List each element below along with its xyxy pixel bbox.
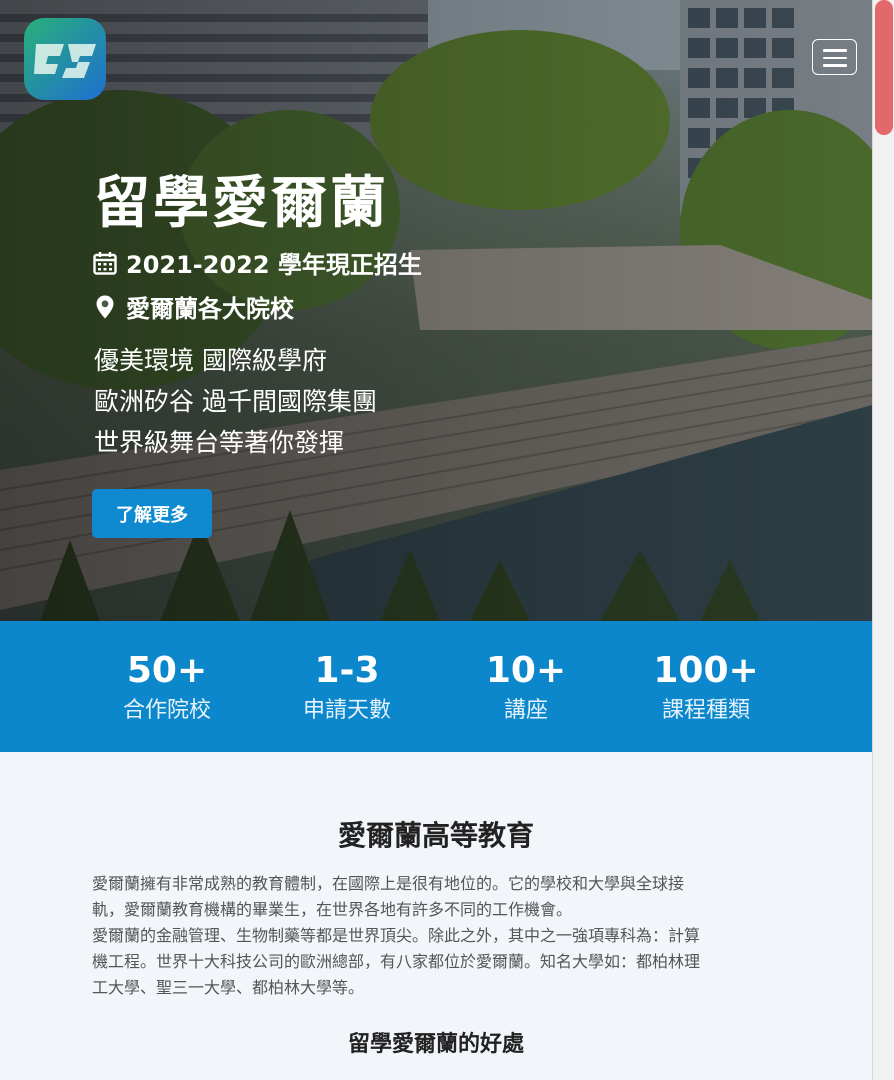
page: 留學愛爾蘭 2021-2022 學年現正招生 愛爾蘭各大院校 優美環境 國際級學… — [0, 0, 872, 1080]
hero-tagline: 優美環境 國際級學府 歐洲矽谷 過千間國際集團 世界級舞台等著你發揮 — [94, 340, 377, 463]
section-title: 愛爾蘭高等教育 — [337, 819, 534, 852]
stat-value: 10+ — [485, 650, 567, 691]
tagline-line: 優美環境 國際級學府 — [94, 346, 327, 375]
hero-title: 留學愛爾蘭 — [94, 171, 389, 236]
tagline-line: 歐洲矽谷 過千間國際集團 — [94, 387, 377, 416]
stats-bar: 50+ 合作院校 1-3 申請天數 10+ 講座 100+ 課程種類 — [0, 621, 872, 752]
tagline-line: 世界級舞台等著你發揮 — [94, 428, 345, 457]
hero-banner: 留學愛爾蘭 2021-2022 學年現正招生 愛爾蘭各大院校 優美環境 國際級學… — [0, 0, 872, 621]
brand-logo-icon[interactable] — [22, 16, 108, 102]
stat-value: 1-3 — [314, 650, 380, 691]
stat-label: 申請天數 — [302, 698, 391, 723]
paragraph-1: 愛爾蘭擁有非常成熟的教育體制，在國際上是很有地位的。它的學校和大學與全球接 軌，… — [92, 871, 792, 923]
stat-application-days: 1-3 申請天數 — [257, 649, 437, 727]
section-subtitle: 留學愛爾蘭的好處 — [347, 1032, 524, 1057]
stat-partner-schools: 50+ 合作院校 — [77, 649, 257, 727]
stat-course-types: 100+ 課程種類 — [616, 649, 796, 727]
location-text: 愛爾蘭各大院校 — [126, 295, 294, 323]
stat-label: 講座 — [503, 698, 548, 723]
paragraph-line: 機工程。世界十大科技公司的歐洲總部，有八家都位於愛爾蘭。知名大學如：都柏林理 — [92, 952, 701, 971]
learn-more-button[interactable]: 了解更多 — [92, 489, 212, 538]
stat-seminars: 10+ 講座 — [436, 649, 616, 727]
stat-label: 合作院校 — [122, 698, 211, 723]
scrollbar-thumb[interactable] — [875, 0, 893, 135]
enrollment-date: 2021-2022 學年現正招生 — [92, 245, 422, 280]
hamburger-menu-icon[interactable] — [812, 39, 857, 75]
paragraph-line: 工大學、聖三一大學、都柏林大學等。 — [92, 978, 365, 997]
paragraph-line: 愛爾蘭的金融管理、生物制藥等都是世界頂尖。除此之外，其中之一強項專科為：計算 — [92, 926, 701, 945]
higher-education-section: 愛爾蘭高等教育 愛爾蘭擁有非常成熟的教育體制，在國際上是很有地位的。它的學校和大… — [0, 752, 872, 1080]
calendar-icon — [92, 250, 118, 276]
location: 愛爾蘭各大院校 — [92, 289, 294, 324]
paragraph-2: 愛爾蘭的金融管理、生物制藥等都是世界頂尖。除此之外，其中之一強項專科為：計算 機… — [92, 923, 792, 1001]
scrollbar[interactable] — [872, 0, 894, 1080]
stat-label: 課程種類 — [661, 698, 750, 723]
stat-value: 100+ — [653, 650, 759, 691]
stat-value: 50+ — [126, 650, 208, 691]
paragraph-line: 愛爾蘭擁有非常成熟的教育體制，在國際上是很有地位的。它的學校和大學與全球接 — [92, 874, 685, 893]
map-pin-icon — [92, 294, 118, 320]
paragraph-line: 軌，愛爾蘭教育機構的畢業生，在世界各地有許多不同的工作機會。 — [92, 900, 573, 919]
enrollment-date-text: 2021-2022 學年現正招生 — [126, 251, 422, 279]
